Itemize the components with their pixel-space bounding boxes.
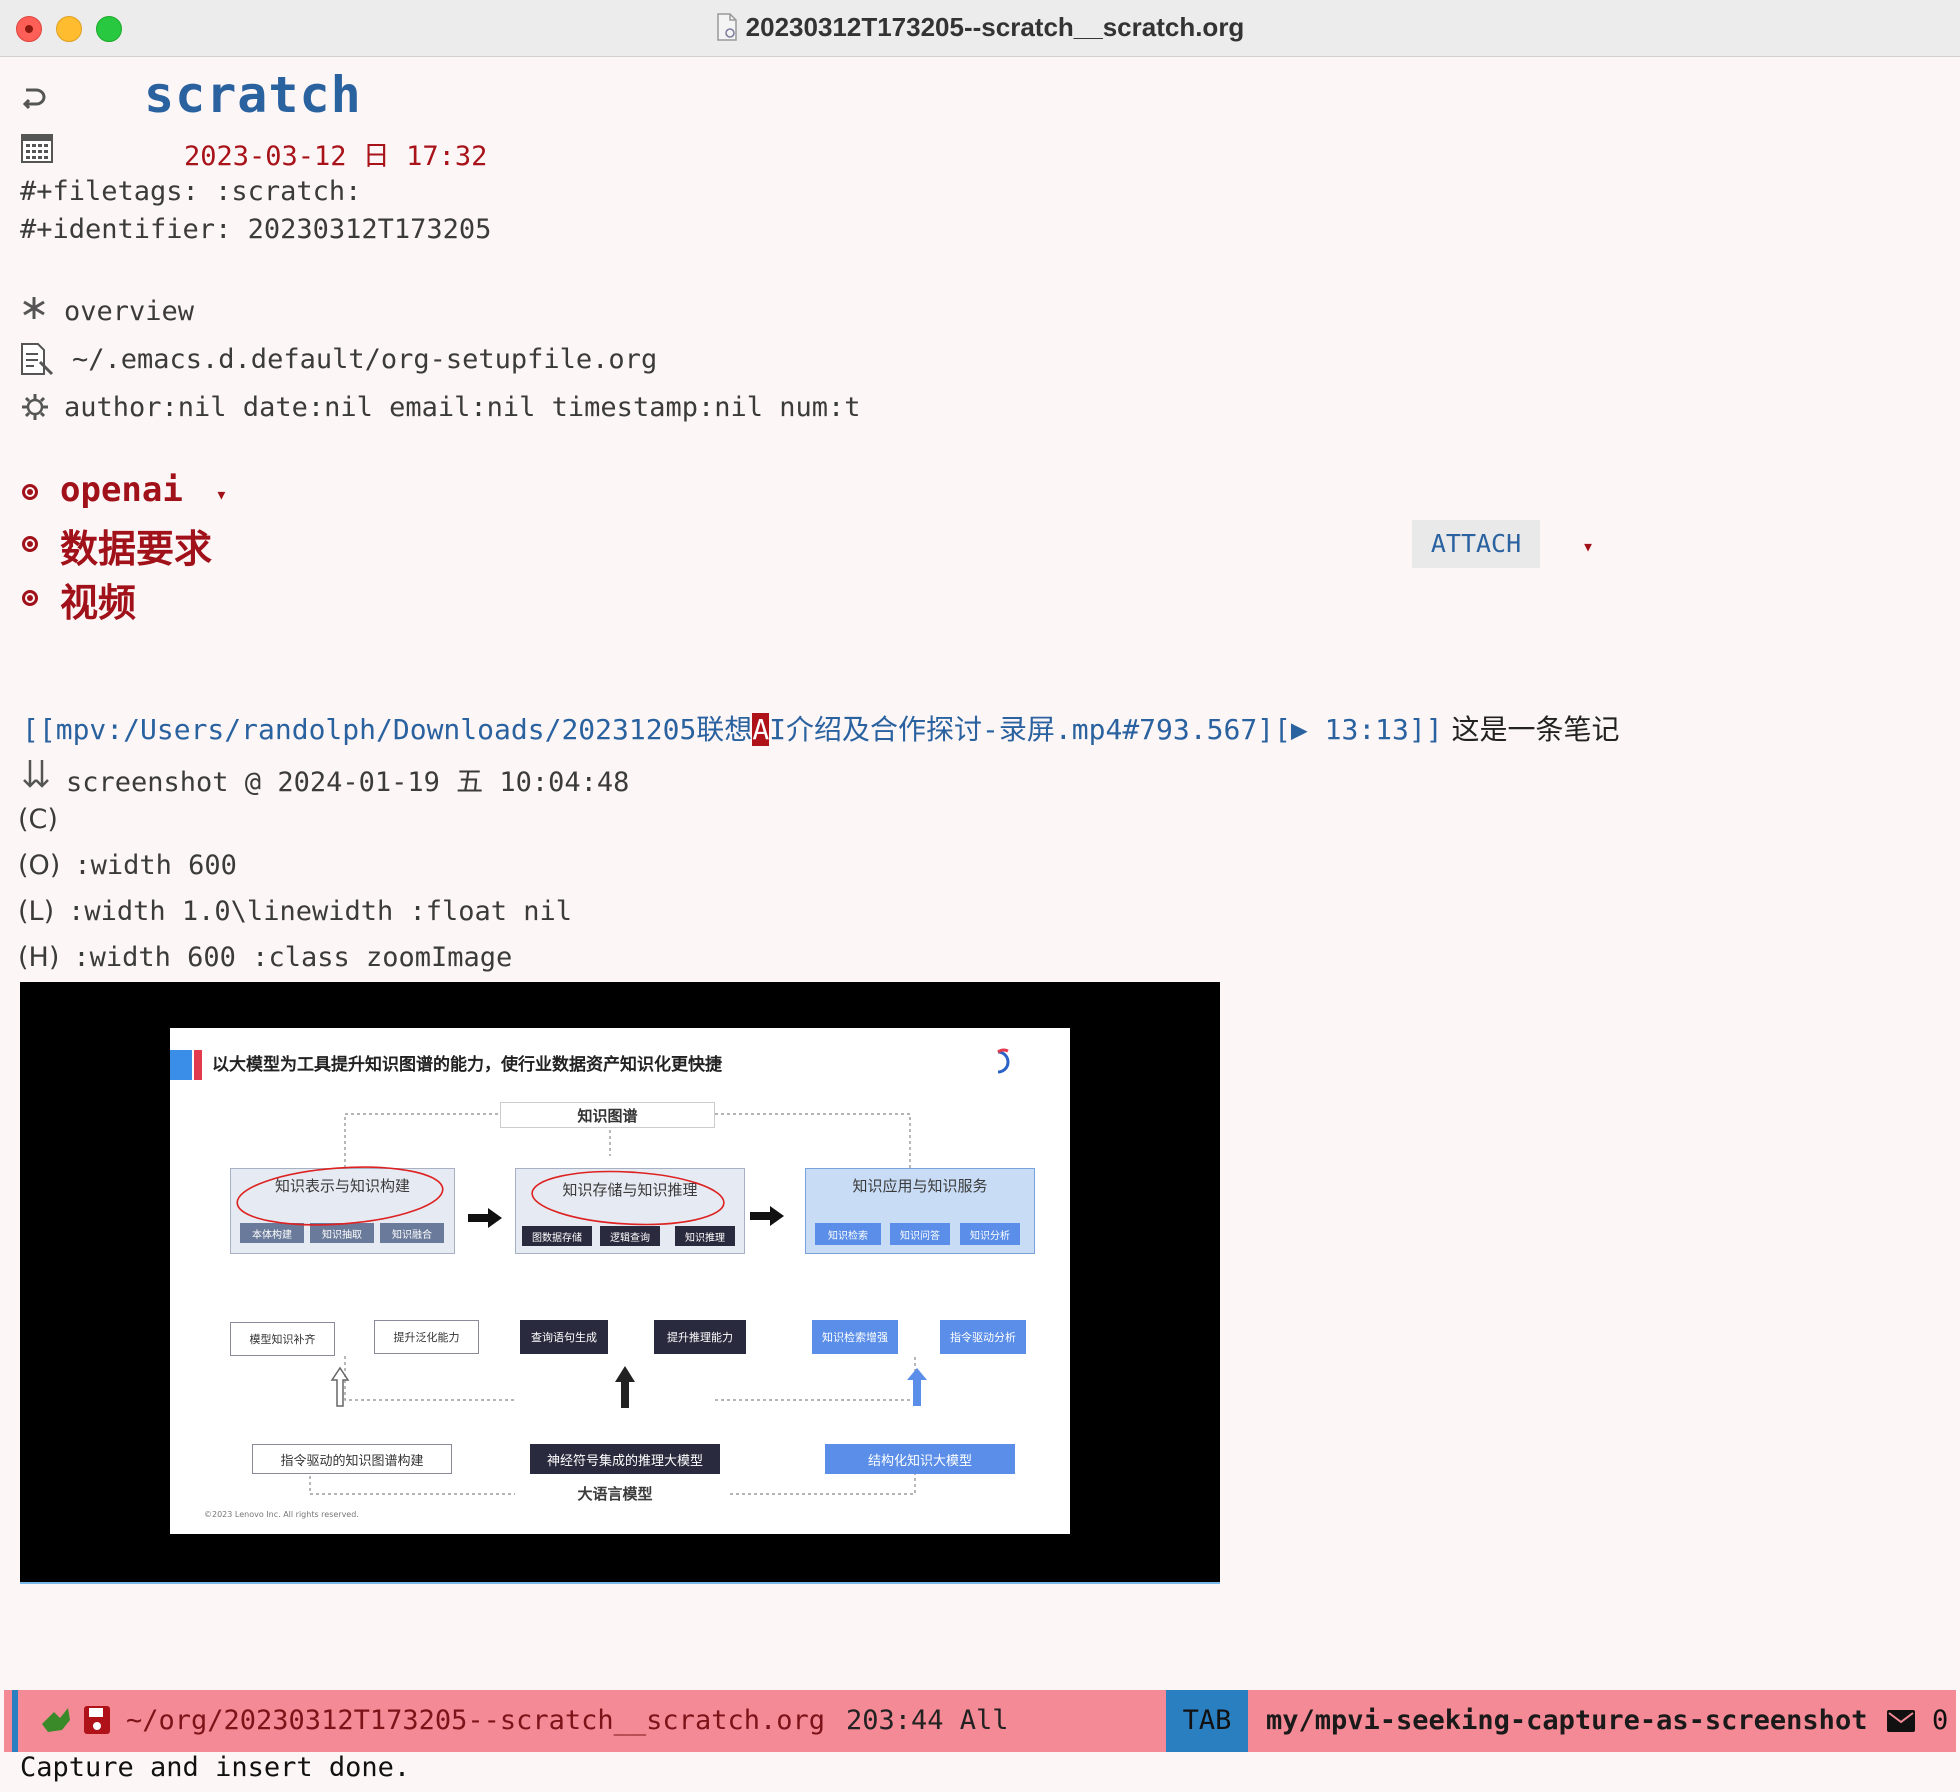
document-icon [716,13,737,41]
presentation-slide: 以大模型为工具提升知识图谱的能力，使行业数据资产知识化更快捷 知识图谱 知识表示… [170,1028,1070,1534]
buffer-state-icon [42,1708,70,1732]
mode-line: ~/org/20230312T173205--scratch__scratch.… [4,1690,1956,1752]
screenshot-caption: screenshot @ 2024-01-19 五 10:04:48 [66,767,630,798]
mail-count: 0 [1932,1705,1949,1736]
save-icon[interactable] [82,1704,112,1736]
setupfile-icon [21,343,54,376]
fold-indicator-icon[interactable]: ▾ [215,482,227,506]
link-note: 这是一条笔记 [1442,713,1620,746]
attr-value: :width 600 [74,850,237,881]
mpv-link-prefix[interactable]: [[mpv:/Users/randolph/Downloads/20231205… [22,713,752,746]
heading-openai[interactable]: openai ▾ [60,470,227,510]
setupfile-path[interactable]: ~/.emacs.d.default/org-setupfile.org [72,344,657,375]
window-titlebar: 20230312T173205--scratch__scratch.org [0,0,1960,57]
heading-bullet-icon [22,536,38,552]
filetags-line: #+filetags: :scratch: [20,176,362,207]
mode-line-command: my/mpvi-seeking-capture-as-screenshot [1266,1705,1868,1736]
download-arrows-icon [23,760,49,788]
attr-value: :width 1.0\linewidth :float nil [68,896,573,927]
red-annotation-circles [236,1166,725,1226]
mode-line-edge [12,1690,18,1752]
video-screenshot: 以大模型为工具提升知识图谱的能力，使行业数据资产知识化更快捷 知识图谱 知识表示… [20,982,1220,1584]
attr-marker: (C) [18,804,58,835]
attach-tag: ATTACH [1412,520,1540,568]
window-title: 20230312T173205--scratch__scratch.org [0,12,1960,43]
gear-icon [22,394,48,420]
mode-line-file-path: ~/org/20230312T173205--scratch__scratch.… [126,1705,825,1736]
window-title-text: 20230312T173205--scratch__scratch.org [745,12,1245,42]
mode-line-position: 203:44 All [846,1705,1009,1736]
fold-indicator-icon[interactable]: ▾ [1582,534,1594,558]
document-title: scratch [144,66,362,124]
options-keyword: author:nil date:nil email:nil timestamp:… [64,392,861,423]
attr-line-l: (L) :width 1.0\linewidth :float nil [18,896,572,927]
calendar-icon [21,134,53,163]
attr-marker: (H) [18,942,60,973]
attr-line-h: (H) :width 600 :class zoomImage [18,942,512,973]
mail-icon[interactable] [1886,1708,1916,1734]
attr-line-c: (C) [18,804,72,835]
heading-bullet-icon [22,590,38,606]
text-cursor: A [752,713,770,746]
echo-area: Capture and insert done. [20,1752,411,1783]
attr-value: :width 600 :class zoomImage [73,942,513,973]
identifier-line: #+identifier: 20230312T173205 [20,214,492,245]
attr-line-o: (O) :width 600 [18,850,237,881]
slide-footer: ©2023 Lenovo Inc. All rights reserved. [204,1510,359,1519]
mpv-link-line[interactable]: [[mpv:/Users/randolph/Downloads/20231205… [22,708,1620,748]
startup-keyword: overview [64,296,195,327]
return-arrow-icon [22,88,46,110]
attr-marker: (O) [18,850,61,881]
heading-bullet-icon [22,484,38,500]
asterisk-icon [23,297,45,319]
document-date: 2023-03-12 日 17:32 [184,141,488,172]
mode-line-tab: TAB [1166,1690,1248,1752]
attr-marker: (L) [18,896,55,927]
heading-video[interactable]: 视频 [60,572,136,627]
heading-data-requirements[interactable]: 数据要求 [60,518,212,573]
heading-label: openai [60,470,183,510]
mpv-link-suffix[interactable]: I介绍及合作探讨-录屏.mp4#793.567][▶ 13:13]] [769,713,1442,746]
